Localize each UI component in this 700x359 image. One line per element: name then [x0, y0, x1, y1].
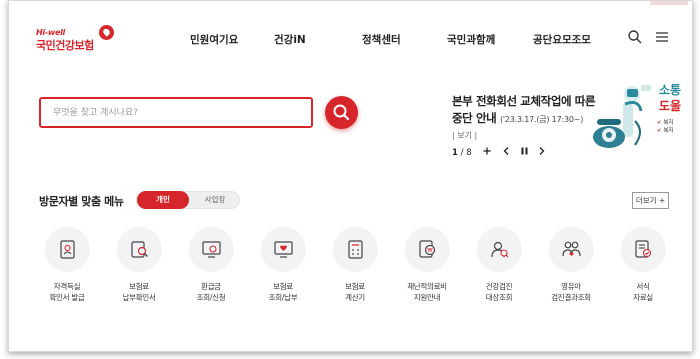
infant-checkup-icon — [548, 227, 594, 272]
calculator-icon — [332, 227, 378, 272]
certificate-icon — [44, 227, 90, 272]
banner-check-2: ✔ 복지 — [657, 126, 673, 134]
pager-total: 8 — [466, 148, 472, 158]
page-frame: Hi-well 국민건강보험 민원여기요 건강iN 정책센터 국민과함께 공단요… — [8, 0, 693, 352]
plus-icon[interactable] — [483, 147, 491, 158]
search-button[interactable] — [325, 96, 358, 129]
notice-title[interactable]: 본부 전화회선 교체작업에 따른 중단 안내 ('23.3.17.(금) 17:… — [452, 93, 602, 128]
banner-headline-bottom: 도울 — [659, 99, 682, 113]
service-item[interactable]: 보험료 조회/납부 — [247, 227, 319, 303]
service-item[interactable]: ₩ 재난적의료비 지원안내 — [391, 227, 463, 303]
logo-heart-icon — [99, 25, 114, 40]
notice-view-link[interactable]: | 보기 | — [452, 130, 477, 141]
service-item[interactable]: 서식 자료실 — [607, 227, 679, 303]
site-logo[interactable]: Hi-well 국민건강보험 — [36, 23, 131, 53]
service-item[interactable]: 건강검진 대상조회 — [463, 227, 535, 303]
visitor-menu-title: 방문자별 맞춤 메뉴 — [39, 195, 124, 208]
more-button[interactable]: 더보기 + — [632, 192, 669, 209]
health-checkup-icon — [476, 227, 522, 272]
svg-text:₩: ₩ — [427, 248, 433, 254]
service-item[interactable]: 보험료 계산기 — [319, 227, 391, 303]
notice-date: ('23.3.17.(금) 17:30~) — [499, 115, 584, 124]
search-document-icon — [116, 227, 162, 272]
banner-headline-top: 소통 — [659, 83, 682, 97]
service-label: 보험료 계산기 — [345, 282, 365, 302]
medical-support-icon: ₩ — [404, 227, 450, 272]
gnb-item-policy[interactable]: 정책센터 — [362, 32, 401, 47]
hamburger-menu-icon[interactable] — [654, 29, 670, 45]
gnb-item-civil[interactable]: 민원여기요 — [190, 32, 238, 47]
notice-title-line2: 중단 안내 — [452, 111, 497, 125]
search-input[interactable] — [41, 99, 311, 126]
service-item[interactable]: 자격득실 확인서 발급 — [31, 227, 103, 303]
service-item[interactable]: 환급금 조회/신청 — [175, 227, 247, 303]
notice-pager: 1 / 8 — [452, 147, 545, 158]
service-label: 재난적의료비 지원안내 — [407, 282, 447, 302]
notice-title-line2-wrap: 중단 안내 ('23.3.17.(금) 17:30~) — [452, 110, 602, 128]
site-header: Hi-well 국민건강보험 민원여기요 건강iN 정책센터 국민과함께 공단요… — [9, 1, 692, 71]
notice-title-line1: 본부 전화회선 교체작업에 따른 — [452, 94, 596, 108]
service-label: 보험료 조회/납부 — [268, 282, 298, 302]
tab-individual[interactable]: 개인 — [137, 191, 189, 209]
banner-check-1: ✔ 복지 — [657, 118, 673, 126]
search-field[interactable] — [39, 97, 313, 128]
tab-business[interactable]: 사업장 — [189, 191, 241, 209]
pause-icon[interactable] — [521, 147, 528, 158]
service-item[interactable]: 보험료 납부확인서 — [103, 227, 175, 303]
search-icon — [333, 104, 350, 121]
logo-korean: 국민건강보험 — [36, 39, 94, 52]
service-label: 환급금 조회/신청 — [196, 282, 226, 302]
forms-library-icon — [620, 227, 666, 272]
chevron-left-icon[interactable] — [503, 147, 509, 158]
banner-check-2-label: 복지 — [663, 128, 674, 134]
check-icon: ✔ — [657, 128, 662, 134]
promo-banner[interactable]: 소통 도울 ✔ 복지 ✔ 복지 — [587, 81, 692, 153]
top-utility-strip — [650, 1, 688, 5]
service-item[interactable]: 영유아 검진결과조회 — [535, 227, 607, 303]
service-label: 자격득실 확인서 발급 — [49, 282, 85, 302]
gnb-item-together[interactable]: 국민과함께 — [447, 32, 495, 47]
logo-english: Hi-well — [36, 28, 65, 37]
refund-monitor-icon — [188, 227, 234, 272]
service-label: 서식 자료실 — [633, 282, 653, 302]
pager-separator: / — [460, 148, 464, 158]
service-label: 보험료 납부확인서 — [122, 282, 156, 302]
chevron-right-icon[interactable] — [539, 147, 545, 158]
gnb-item-about[interactable]: 공단요모조모 — [533, 32, 591, 47]
service-label: 영유아 검진결과조회 — [551, 282, 591, 302]
payment-monitor-icon — [260, 227, 306, 272]
pager-current: 1 — [452, 148, 458, 158]
search-icon[interactable] — [627, 29, 643, 45]
visitor-type-toggle: 개인 사업장 — [136, 191, 240, 209]
gnb-item-health-in[interactable]: 건강iN — [274, 32, 306, 47]
service-label: 건강검진 대상조회 — [485, 282, 513, 302]
